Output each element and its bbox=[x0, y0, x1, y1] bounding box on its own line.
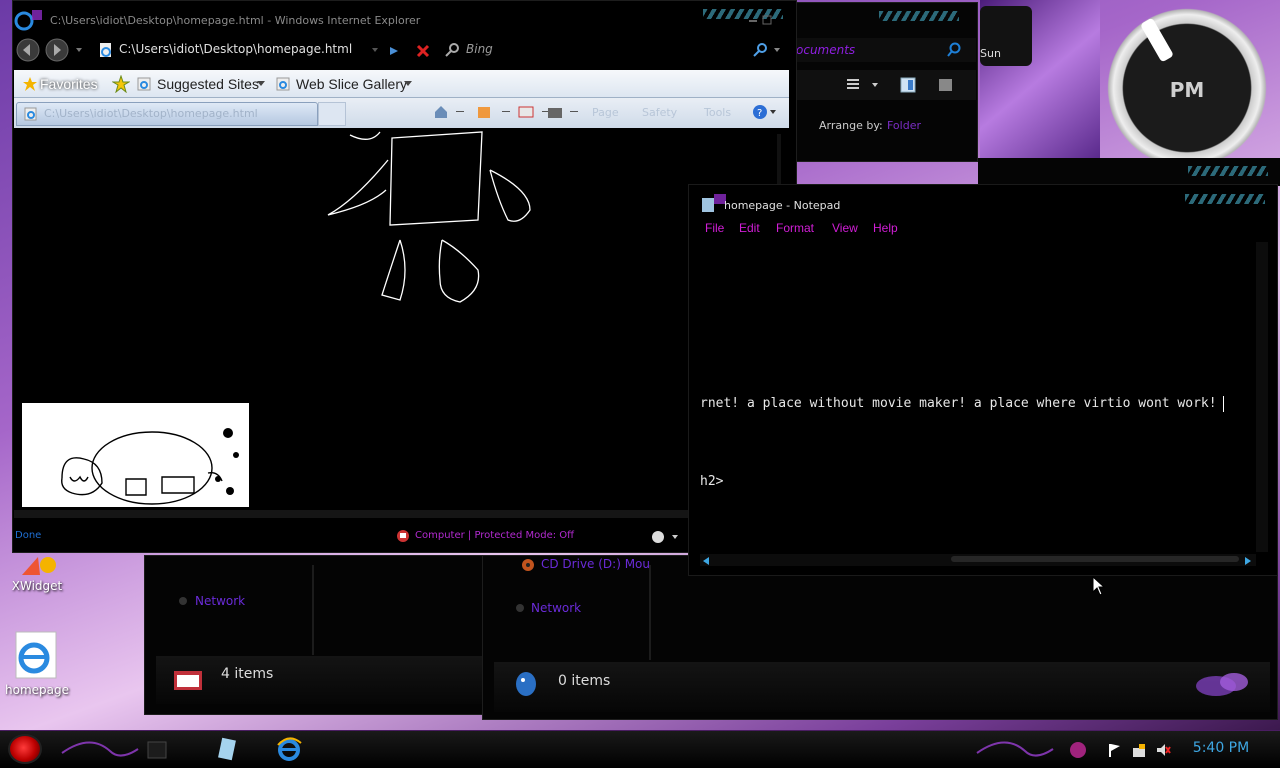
ie-horizontal-scrollbar[interactable] bbox=[14, 510, 789, 518]
nav-item-cd-drive[interactable]: CD Drive (D:) Mou bbox=[541, 557, 650, 571]
ie-status-text: Done bbox=[15, 530, 42, 541]
computer-mascot-icon bbox=[516, 672, 536, 696]
arrange-by-label: Arrange by: bbox=[819, 119, 883, 132]
notepad-icon bbox=[218, 737, 236, 761]
window-frame-edge bbox=[978, 158, 1280, 186]
ie-search-box[interactable]: Bing bbox=[466, 42, 493, 56]
nav-item-network[interactable]: Network bbox=[195, 594, 245, 608]
help-icon[interactable]: ? bbox=[752, 104, 780, 120]
ie-address-text[interactable]: C:\Users\idiot\Desktop\homepage.html bbox=[119, 42, 352, 56]
favorites-star-icon bbox=[23, 77, 37, 91]
taskbar-explorer[interactable] bbox=[140, 734, 174, 764]
item-count: 0 items bbox=[558, 673, 611, 689]
frame-stripes bbox=[1188, 166, 1268, 176]
text-caret bbox=[1223, 396, 1224, 412]
folder-icon bbox=[174, 671, 202, 690]
scroll-right-icon[interactable] bbox=[1243, 556, 1253, 566]
cd-drive-icon bbox=[522, 559, 534, 571]
tab-page-icon bbox=[24, 107, 37, 121]
taskbar-notepad[interactable] bbox=[210, 734, 244, 764]
suggested-sites-icon bbox=[137, 77, 151, 91]
command-bar-icons[interactable] bbox=[432, 104, 612, 120]
network-icon bbox=[179, 597, 187, 605]
tray-rose-icon[interactable] bbox=[1068, 740, 1088, 760]
favorites-item-suggested-sites[interactable]: Suggested Sites bbox=[157, 76, 259, 92]
ie-logo-icon bbox=[14, 10, 42, 31]
command-page[interactable]: Page bbox=[592, 106, 619, 119]
web-slice-icon bbox=[276, 77, 290, 91]
turtle-drawing bbox=[61, 428, 239, 505]
explorer-icon bbox=[147, 741, 167, 759]
ie-icon[interactable] bbox=[12, 630, 60, 680]
svg-text:?: ? bbox=[757, 108, 762, 119]
menu-help[interactable]: Help bbox=[873, 221, 898, 235]
pane-divider bbox=[649, 565, 651, 660]
desktop-icon-homepage[interactable]: homepage bbox=[0, 683, 77, 697]
help-pane-icon[interactable] bbox=[938, 77, 954, 93]
volume-muted-icon[interactable] bbox=[1155, 742, 1171, 758]
zoom-icon[interactable] bbox=[650, 529, 682, 545]
view-options-icon[interactable] bbox=[846, 78, 880, 92]
drawn-image bbox=[22, 403, 249, 507]
horizontal-scroll-thumb[interactable] bbox=[951, 556, 1239, 562]
desktop-icon-xwidget[interactable]: XWidget bbox=[0, 579, 77, 593]
new-tab-button[interactable] bbox=[318, 102, 346, 126]
notepad-vertical-scrollbar[interactable] bbox=[1256, 242, 1268, 552]
gadget-day: Sun bbox=[980, 47, 1001, 60]
add-favorite-icon[interactable] bbox=[112, 75, 130, 93]
text-line: h2> bbox=[700, 474, 724, 489]
taskbar bbox=[0, 730, 1280, 768]
taskbar-swirl-icon bbox=[976, 741, 1054, 757]
notepad-window-title: homepage - Notepad bbox=[724, 199, 841, 212]
command-safety[interactable]: Safety bbox=[642, 106, 677, 119]
back-forward-icon[interactable] bbox=[16, 38, 86, 64]
search-go-icon[interactable] bbox=[752, 42, 782, 58]
explorer-address-text[interactable]: ocuments bbox=[796, 43, 855, 57]
taskbar-ie[interactable] bbox=[272, 734, 306, 764]
favorites-item-web-slice-gallery[interactable]: Web Slice Gallery bbox=[296, 76, 407, 92]
network-tray-icon[interactable] bbox=[1131, 742, 1147, 758]
pane-divider bbox=[312, 565, 314, 655]
menu-view[interactable]: View bbox=[832, 221, 858, 235]
butterfly-icon bbox=[1196, 673, 1248, 696]
frame-stripes bbox=[879, 11, 959, 21]
item-count: 4 items bbox=[221, 666, 274, 682]
computer-zone-icon bbox=[397, 530, 409, 542]
clock-period: PM bbox=[1169, 78, 1205, 102]
preview-pane-icon[interactable] bbox=[900, 77, 916, 93]
scroll-left-icon[interactable] bbox=[701, 556, 711, 566]
ie-security-zone[interactable]: Computer | Protected Mode: Off bbox=[415, 530, 574, 541]
ie-status-bar bbox=[12, 526, 692, 546]
menu-edit[interactable]: Edit bbox=[739, 221, 760, 235]
arrange-by-dropdown[interactable]: Folder bbox=[887, 119, 921, 132]
chevron-down-icon[interactable] bbox=[257, 81, 265, 87]
command-tools[interactable]: Tools bbox=[704, 106, 731, 119]
page-icon bbox=[100, 43, 111, 57]
explorer-left-status-bar bbox=[156, 656, 482, 704]
network-icon bbox=[516, 604, 524, 612]
address-actions-icon[interactable] bbox=[368, 44, 438, 58]
ie-window-title: C:\Users\idiot\Desktop\homepage.html - W… bbox=[50, 14, 421, 27]
chevron-down-icon[interactable] bbox=[404, 81, 412, 87]
ie-icon bbox=[277, 737, 302, 761]
stick-figure-drawing bbox=[327, 131, 531, 303]
frame-stripes bbox=[1185, 194, 1265, 204]
window-controls-icon[interactable] bbox=[747, 14, 787, 26]
favorites-button[interactable]: Favorites bbox=[40, 76, 98, 92]
start-button[interactable] bbox=[8, 734, 42, 764]
taskbar-clock[interactable]: 5:40 PM bbox=[1186, 740, 1256, 756]
menu-format[interactable]: Format bbox=[776, 221, 814, 235]
menu-file[interactable]: File bbox=[705, 221, 724, 235]
action-center-flag-icon[interactable] bbox=[1106, 742, 1122, 758]
tab-title: C:\Users\idiot\Desktop\homepage.html bbox=[44, 107, 258, 120]
bing-search-icon[interactable] bbox=[444, 42, 460, 58]
mouse-cursor-icon bbox=[1092, 576, 1106, 596]
taskbar-swirl-icon bbox=[61, 741, 139, 757]
nav-item-network[interactable]: Network bbox=[531, 601, 581, 615]
xwidget-icon[interactable] bbox=[18, 555, 58, 577]
search-icon[interactable] bbox=[946, 42, 962, 58]
text-line: rnet! a place without movie maker! a pla… bbox=[700, 396, 1217, 411]
explorer-right-status-bar bbox=[494, 662, 1270, 712]
